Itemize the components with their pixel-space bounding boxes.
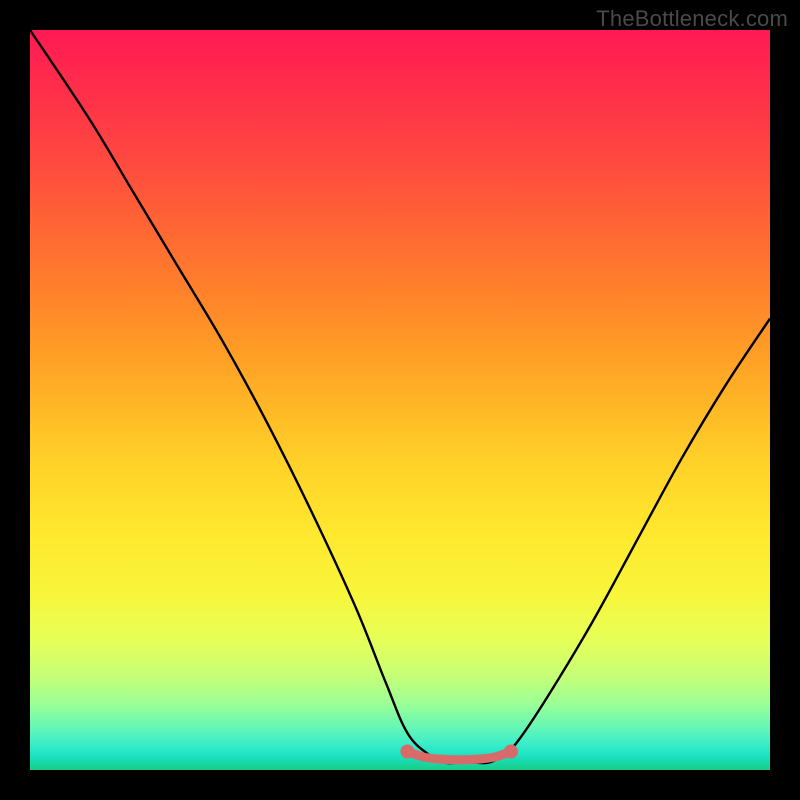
flat-minimum-path <box>407 752 511 760</box>
outer-frame: TheBottleneck.com <box>0 0 800 800</box>
curve-layer <box>30 30 770 763</box>
bottleneck-curve-path <box>30 30 770 763</box>
gradient-plot-area <box>30 30 770 770</box>
watermark-text: TheBottleneck.com <box>596 6 788 32</box>
flat-minimum-endpoint <box>504 745 518 759</box>
chart-svg <box>30 30 770 770</box>
flat-minimum-endpoint <box>400 745 414 759</box>
